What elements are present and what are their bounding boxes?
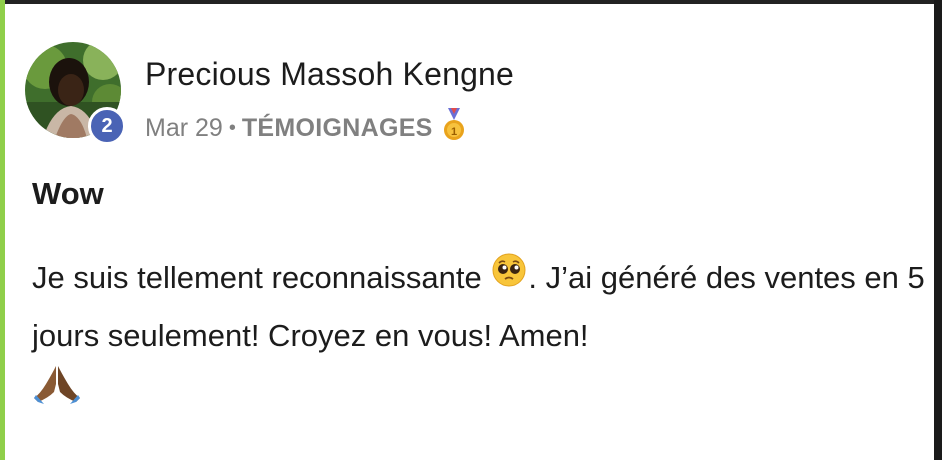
post-title: Wow — [32, 176, 104, 211]
post-date[interactable]: Mar 29 — [145, 114, 223, 143]
post-body-text-part1: Je suis tellement reconnaissante — [32, 260, 482, 295]
svg-text:1: 1 — [451, 126, 457, 138]
meta-separator: • — [228, 117, 236, 139]
post-card: 2 Precious Massoh Kengne Mar 29 • TÉMOIG… — [5, 4, 934, 460]
post-category[interactable]: TÉMOIGNAGES — [242, 114, 433, 143]
first-place-medal-icon: 1 — [443, 108, 465, 149]
author-name[interactable]: Precious Massoh Kengne — [145, 56, 514, 93]
folded-hands-emoji-icon — [32, 364, 932, 422]
post-body: Je suis tellement reconnaissante . J’ai … — [32, 250, 932, 422]
level-badge: 2 — [88, 107, 126, 145]
post-meta: Mar 29 • TÉMOIGNAGES 1 — [145, 108, 465, 149]
screen-right-edge — [934, 0, 942, 460]
pleading-face-emoji-icon — [492, 249, 526, 305]
